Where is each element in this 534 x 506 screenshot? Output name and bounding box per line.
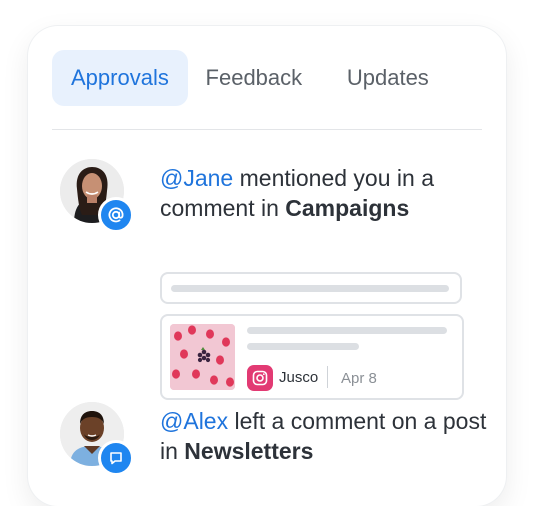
notifications-card: Approvals Feedback Updates @Jane mention… [28, 26, 506, 506]
tab-bar: Approvals Feedback Updates [52, 50, 436, 106]
at-icon [108, 207, 124, 223]
tab-updates[interactable]: Updates [340, 50, 436, 106]
placeholder-line [247, 327, 447, 334]
post-thumbnail [170, 324, 235, 390]
post-date: Apr 8 [341, 370, 377, 387]
mention-badge [98, 197, 134, 233]
target-link[interactable]: Newsletters [184, 438, 313, 464]
target-link[interactable]: Campaigns [285, 195, 409, 221]
notification-text: @Alex left a comment on a post in Newsle… [160, 406, 490, 466]
account-name: Jusco [279, 369, 319, 386]
comment-icon [110, 452, 122, 465]
post-preview-card[interactable]: Jusco Apr 8 [160, 314, 464, 400]
instagram-icon [247, 365, 273, 391]
tab-approvals[interactable]: Approvals [52, 50, 188, 106]
tab-feedback[interactable]: Feedback [200, 50, 308, 106]
placeholder-line [171, 285, 449, 292]
comment-preview [160, 272, 462, 304]
comment-badge [98, 440, 134, 476]
separator [327, 366, 328, 388]
placeholder-line [247, 343, 359, 350]
mention-link[interactable]: @Alex [160, 408, 228, 434]
mention-link[interactable]: @Jane [160, 165, 233, 191]
divider [52, 129, 482, 130]
notification-text: @Jane mentioned you in a comment in Camp… [160, 163, 490, 223]
